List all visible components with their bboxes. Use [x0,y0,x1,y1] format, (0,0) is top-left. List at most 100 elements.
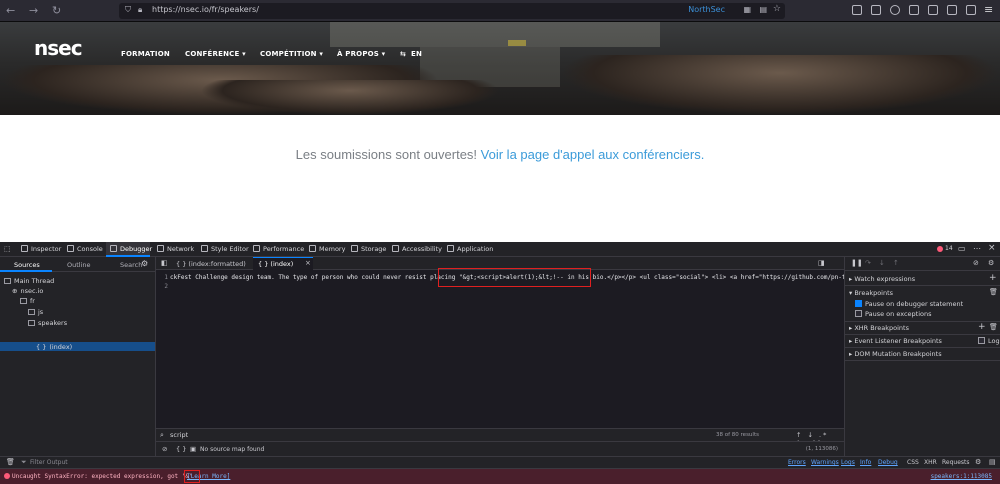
pause-on-debugger-checkbox[interactable]: Pause on debugger statement [855,300,963,308]
lock-icon[interactable]: 🔒︎ [138,5,142,15]
tab-accessibility[interactable]: Accessibility [392,245,442,253]
split-console-icon[interactable]: ▤ [989,458,996,466]
grid-icon[interactable]: ▦ [743,5,751,14]
filter-info[interactable]: Info [860,459,871,466]
filter-css[interactable]: CSS [907,459,919,466]
trash-icon[interactable]: 🗑︎ [6,458,15,466]
reader-icon[interactable]: ▤ [759,5,767,14]
step-out-icon[interactable]: ↑ [893,259,899,267]
pick-element-icon[interactable]: ⬚ [4,245,11,253]
reload-icon[interactable]: ↻ [52,4,61,17]
filter-debug[interactable]: Debug [878,459,898,466]
toggle-sidebar-icon[interactable]: ◧ [161,259,168,267]
delete-xhr-breakpoints-icon[interactable]: 🗑︎ [989,323,998,331]
tab-storage[interactable]: Storage [351,245,386,253]
northsec-badge[interactable]: NorthSec [688,5,725,14]
editor-tab-index[interactable]: { } (index) × [253,257,313,270]
settings-icon[interactable]: ⚙ [988,259,994,267]
menu-conference[interactable]: CONFÉRENCE ▾ [185,50,246,58]
error-location-link[interactable]: speakers:1:113085 [931,473,992,480]
filter-logs[interactable]: Logs [841,459,855,466]
blackbox-icon[interactable]: ⊘ [162,445,167,453]
tab-sources[interactable]: Sources [14,261,40,269]
watch-expressions-header[interactable]: ▸ Watch expressions [849,275,915,283]
tab-outline[interactable]: Outline [67,261,91,269]
extensions-icon[interactable] [947,5,957,15]
line-number[interactable]: 2 [158,283,168,290]
filter-output-input[interactable]: Filter Output [30,459,68,466]
console-settings-icon[interactable]: ⚙ [975,458,981,466]
url-bar[interactable]: ⛉ 🔒︎ https://nsec.io/fr/speakers/ NorthS… [119,3,785,19]
url-text[interactable]: https://nsec.io/fr/speakers/ [152,5,259,14]
filter-errors[interactable]: Errors [788,459,806,466]
tab-memory[interactable]: Memory [309,245,345,253]
tree-index[interactable]: { } (index) [36,343,72,351]
close-devtools-icon[interactable]: × [988,243,996,253]
tab-application[interactable]: Application [447,245,493,253]
settings-gear-icon[interactable]: ⚙ [141,259,148,268]
tab-network[interactable]: Network [157,245,194,253]
pause-icon[interactable]: ❚❚ [851,259,863,267]
nsec-logo[interactable]: nsec [34,36,83,60]
profile-icon[interactable] [966,5,976,15]
close-tab-icon[interactable]: × [305,259,311,267]
forward-icon[interactable]: → [29,4,38,17]
tab-search[interactable]: Search [120,261,142,269]
menu-formation[interactable]: FORMATION [121,50,170,58]
source-map-icon[interactable]: ▣ [190,445,196,453]
menu-icon[interactable]: ≡ [984,3,993,16]
download-icon[interactable] [871,5,881,15]
filter-xhr[interactable]: XHR [924,459,937,466]
pocket-icon[interactable] [852,5,862,15]
account-icon[interactable] [890,5,900,15]
search-input[interactable]: script [170,431,188,439]
tab-style-editor[interactable]: Style Editor [201,245,249,253]
toggle-right-panel-icon[interactable]: ◨ [818,259,825,267]
tree-main-thread[interactable]: Main Thread [4,277,54,285]
back-icon[interactable]: ← [6,4,15,17]
dock-icon[interactable]: ▭ [958,244,966,253]
editor-tab-formatted[interactable]: { } (index:formatted) [176,260,246,268]
line-number[interactable]: 1 [158,274,168,281]
extension-icon[interactable] [909,5,919,15]
dom-mutation-breakpoints-header[interactable]: ▸ DOM Mutation Breakpoints [849,350,942,358]
bookmark-star-icon[interactable]: ☆ [773,4,781,14]
menu-language-en[interactable]: EN [411,50,422,58]
tree-speakers[interactable]: speakers [28,319,67,327]
filter-requests[interactable]: Requests [942,459,970,466]
tree-js[interactable]: js [28,308,43,316]
menu-a-propos[interactable]: À PROPOS ▾ [337,50,385,58]
console-error-row[interactable]: Uncaught SyntaxError: expected expressio… [0,469,1000,484]
add-xhr-breakpoint-icon[interactable]: + [978,322,986,332]
tree-nsec-io[interactable]: ⊕ nsec.io [12,287,43,295]
code-editor[interactable]: 1 2 ckFest Challenge design team. The ty… [156,268,867,428]
tab-performance[interactable]: Performance [253,245,304,253]
storage-icon [351,245,358,252]
event-listener-breakpoints-header[interactable]: ▸ Event Listener Breakpoints [849,337,942,345]
tab-debugger[interactable]: Debugger [110,245,152,253]
application-icon [447,245,454,252]
log-checkbox[interactable]: Log [978,337,1000,345]
breakpoints-header[interactable]: ▾ Breakpoints [849,289,893,297]
error-count[interactable]: 14 [945,245,953,252]
xhr-breakpoints-header[interactable]: ▸ XHR Breakpoints [849,324,909,332]
add-watch-icon[interactable]: + [989,273,997,283]
tab-inspector[interactable]: Inspector [21,245,61,253]
menu-competition[interactable]: COMPÉTITION ▾ [260,50,323,58]
delete-breakpoints-icon[interactable]: 🗑︎ [989,288,998,296]
filter-warnings[interactable]: Warnings [811,459,839,466]
file-icon: { } [36,343,47,351]
pretty-print-icon[interactable]: { } [176,445,186,453]
tree-fr[interactable]: fr [20,297,35,305]
more-options-icon[interactable]: ⋯ [973,244,981,253]
shield-icon[interactable]: ⛉ [125,5,131,15]
memory-icon [309,245,316,252]
language-icon[interactable]: ⇆ [400,50,406,58]
step-in-icon[interactable]: ↓ [879,259,885,267]
tab-console[interactable]: Console [67,245,103,253]
pause-on-exceptions-checkbox[interactable]: Pause on exceptions [855,310,932,318]
shield-extension-icon[interactable] [928,5,938,15]
call-for-speakers-link[interactable]: Voir la page d'appel aux conférenciers. [481,147,705,162]
step-over-icon[interactable]: ↷ [865,259,871,267]
deactivate-breakpoints-icon[interactable]: ⊘ [973,259,979,267]
